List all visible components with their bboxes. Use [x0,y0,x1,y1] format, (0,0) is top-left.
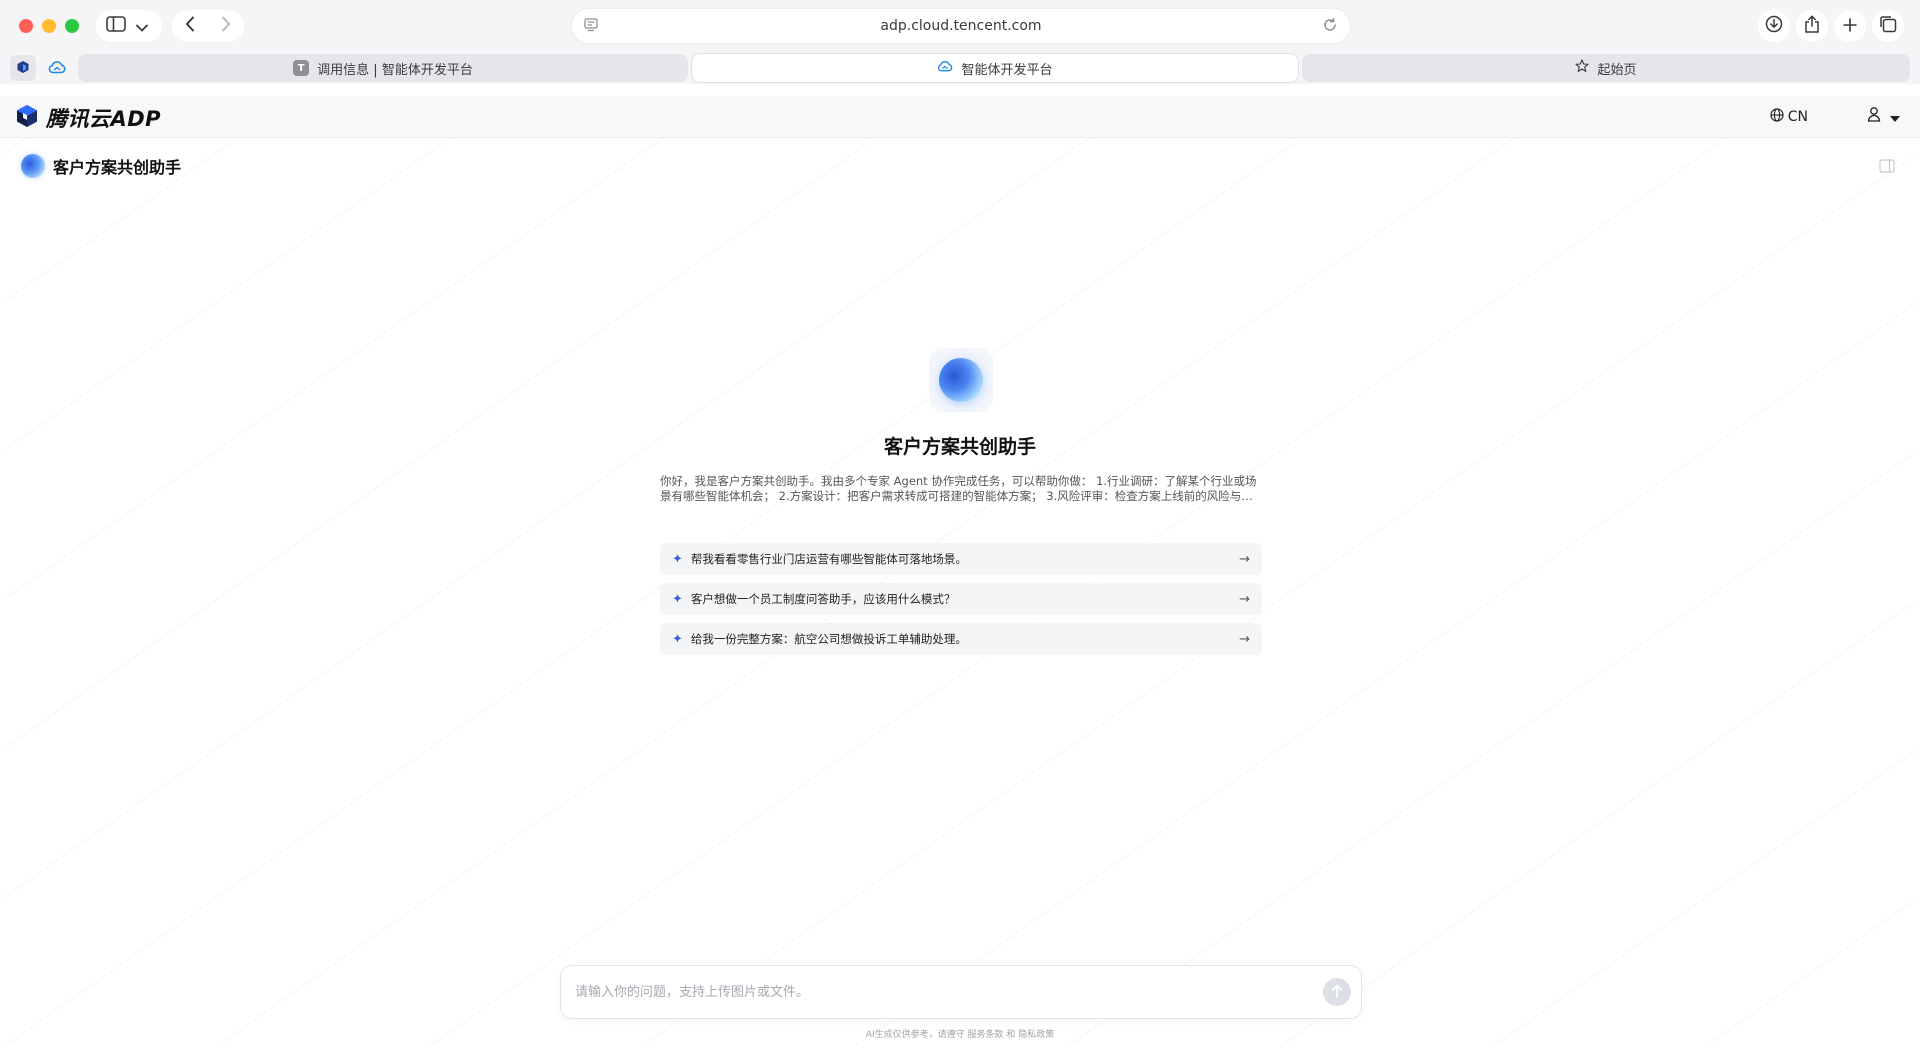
tab-overview-button[interactable] [1872,10,1904,42]
suggestion-item[interactable]: ✦ 客户想做一个员工制度问答助手，应该用什么模式？ → [660,583,1262,615]
caret-down-icon [1890,107,1900,126]
forward-arrow-icon[interactable] [221,16,231,36]
language-switcher[interactable]: CN [1770,108,1808,126]
history-nav [172,10,244,42]
zoom-window-button[interactable] [65,19,79,33]
sparkle-icon: ✦ [672,551,683,567]
hero-avatar [929,348,993,412]
toolbar-right [1758,10,1904,42]
arrow-up-icon [1331,983,1343,1002]
globe-icon [1770,108,1784,126]
tab-agent-platform[interactable]: 智能体开发平台 [692,54,1298,82]
page-settings-icon[interactable] [584,18,598,36]
logo-text: 腾讯云ADP [46,107,162,131]
url-text: adp.cloud.tencent.com [880,18,1042,34]
tab-start-page[interactable]: 起始页 [1302,54,1910,82]
arrow-right-icon: → [1239,631,1250,647]
suggestion-list: ✦ 帮我看看零售行业门店运营有哪些智能体可落地场景。 → ✦ 客户想做一个员工制… [660,543,1262,663]
tab-call-info[interactable]: T 调用信息 | 智能体开发平台 [78,54,688,82]
sidebar-toggle-button[interactable] [96,10,162,42]
sparkle-icon: ✦ [672,591,683,607]
plus-icon [1843,17,1857,36]
user-menu[interactable] [1866,106,1900,126]
adp-logo[interactable]: 腾讯云ADP [14,103,161,133]
cloud-icon [937,60,953,76]
reload-icon[interactable] [1322,17,1338,37]
suggestion-label: 给我一份完整方案：航空公司想做投诉工单辅助处理。 [690,632,967,646]
arrow-right-icon: → [1239,591,1250,607]
tab-label: 起始页 [1597,62,1637,78]
address-bar[interactable]: adp.cloud.tencent.com [572,9,1350,43]
share-button[interactable] [1796,10,1828,42]
star-icon [1575,59,1590,77]
back-arrow-icon[interactable] [185,16,195,36]
language-label: CN [1787,109,1808,125]
cloud-icon [48,59,66,78]
pinned-tab-tencent[interactable] [10,55,36,81]
chevron-down-icon[interactable] [136,17,148,36]
welcome-title: 客户方案共创助手 [883,436,1036,458]
assistant-avatar [21,154,45,178]
chat-input[interactable] [575,966,1275,1018]
download-icon [1765,15,1783,37]
assistant-header: 客户方案共创助手 [21,154,181,178]
suggestion-item[interactable]: ✦ 帮我看看零售行业门店运营有哪些智能体可落地场景。 → [660,543,1262,575]
tencent-cube-logo-icon [14,103,40,133]
tab-bar: T 调用信息 | 智能体开发平台 智能体开发平台 起始页 [0,52,1920,84]
downloads-button[interactable] [1758,10,1790,42]
share-icon [1804,15,1820,37]
tab-label: 调用信息 | 智能体开发平台 [317,62,473,78]
disclaimer-text: AI生成仅供参考，请遵守 服务条款 和 隐私政策 [865,1030,1055,1040]
welcome-description: 你好，我是客户方案共创助手。我由多个专家 Agent 协作完成任务，可以帮助你做… [660,474,1257,503]
user-icon [1866,106,1882,126]
new-tab-button[interactable] [1834,10,1866,42]
tab-label: 智能体开发平台 [961,62,1053,78]
tencent-logo-icon [16,59,30,78]
chat-input-box [560,965,1362,1019]
send-button[interactable] [1323,978,1351,1006]
assistant-orb-icon [939,358,983,402]
tabs-overview-icon [1879,15,1897,37]
suggestion-label: 帮我看看零售行业门店运营有哪些智能体可落地场景。 [690,552,967,566]
tab-favicon: T [293,60,310,76]
sidebar-icon [106,16,126,36]
arrow-right-icon: → [1239,551,1250,567]
app-header: 腾讯云ADP CN [0,96,1920,138]
sparkle-icon: ✦ [672,631,683,647]
panel-toggle-icon[interactable] [1879,158,1895,177]
close-window-button[interactable] [19,19,33,33]
minimize-window-button[interactable] [42,19,56,33]
pinned-tab-cloud[interactable] [44,55,70,81]
suggestion-label: 客户想做一个员工制度问答助手，应该用什么模式？ [690,592,956,606]
assistant-name: 客户方案共创助手 [53,158,182,177]
suggestion-item[interactable]: ✦ 给我一份完整方案：航空公司想做投诉工单辅助处理。 → [660,623,1262,655]
chat-main-area: 客户方案共创助手 客户方案共创助手 你好，我是客户方案共创助手。我由多个专家 A… [3,138,1917,1046]
browser-titlebar: adp.cloud.tencent.com [0,0,1920,52]
